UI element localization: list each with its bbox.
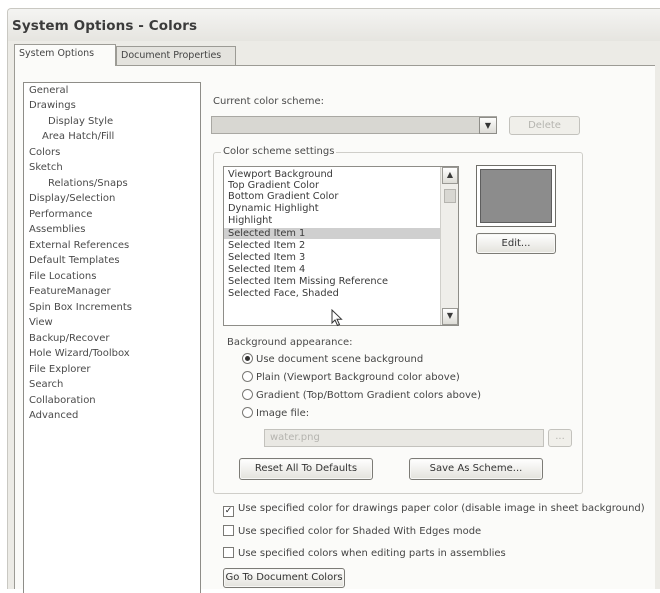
checkbox-label: Use specified color for Shaded With Edge… — [238, 526, 482, 537]
nav-item-file-explorer[interactable]: File Explorer — [29, 364, 91, 375]
radio-button[interactable] — [242, 389, 253, 400]
nav-item-general[interactable]: General — [29, 85, 68, 96]
scroll-down-icon[interactable]: ▼ — [442, 308, 458, 325]
nav-item-file-locations[interactable]: File Locations — [29, 271, 96, 282]
checkbox[interactable] — [223, 525, 234, 536]
nav-item-collaboration[interactable]: Collaboration — [29, 395, 96, 406]
save-scheme-button[interactable]: Save As Scheme... — [409, 458, 543, 480]
list-item[interactable]: Top Gradient Color — [224, 180, 444, 191]
radio-plain-background[interactable]: Plain (Viewport Background color above) — [242, 371, 460, 385]
nav-item-external-references[interactable]: External References — [29, 240, 129, 251]
list-item[interactable]: Selected Item 2 — [224, 240, 444, 251]
list-item[interactable]: Bottom Gradient Color — [224, 191, 444, 202]
list-item-selected[interactable]: Selected Item 1 — [224, 228, 444, 239]
radio-image-file[interactable]: Image file: — [242, 407, 309, 421]
nav-item-relations-snaps[interactable]: Relations/Snaps — [48, 178, 128, 189]
checkbox-label: Use specified color for drawings paper c… — [238, 503, 645, 514]
checkbox[interactable]: ✓ — [223, 506, 234, 517]
nav-item-colors[interactable]: Colors — [29, 147, 60, 158]
nav-item-hole-wizard-toolbox[interactable]: Hole Wizard/Toolbox — [29, 348, 130, 359]
nav-item-sketch[interactable]: Sketch — [29, 162, 63, 173]
browse-image-button[interactable]: ... — [548, 429, 572, 447]
list-item[interactable]: Dynamic Highlight — [224, 203, 444, 214]
nav-item-spin-box-increments[interactable]: Spin Box Increments — [29, 302, 132, 313]
reset-defaults-button[interactable]: Reset All To Defaults — [239, 458, 373, 480]
color-items-list[interactable]: Viewport Background Top Gradient Color B… — [223, 166, 459, 326]
radio-label: Plain (Viewport Background color above) — [256, 372, 460, 383]
image-file-input[interactable]: water.png — [264, 429, 544, 447]
scroll-thumb[interactable] — [444, 189, 456, 203]
radio-label: Use document scene background — [256, 354, 424, 365]
radio-gradient-background[interactable]: Gradient (Top/Bottom Gradient colors abo… — [242, 389, 481, 403]
checkbox-label: Use specified colors when editing parts … — [238, 548, 506, 559]
nav-item-drawings[interactable]: Drawings — [29, 100, 76, 111]
nav-item-performance[interactable]: Performance — [29, 209, 92, 220]
list-item[interactable]: Selected Item Missing Reference — [224, 276, 444, 287]
check-editing-parts-in-assemblies[interactable]: Use specified colors when editing parts … — [223, 547, 506, 561]
nav-item-default-templates[interactable]: Default Templates — [29, 255, 120, 266]
radio-button[interactable] — [242, 371, 253, 382]
nav-item-advanced[interactable]: Advanced — [29, 410, 78, 421]
check-drawings-paper-color[interactable]: ✓ Use specified color for drawings paper … — [223, 503, 645, 517]
tab-system-options[interactable]: System Options — [14, 44, 116, 66]
options-panel: General Drawings Display Style Area Hatc… — [14, 65, 655, 593]
scroll-up-icon[interactable]: ▲ — [442, 167, 458, 184]
chevron-down-icon: ▼ — [484, 121, 492, 130]
tab-document-properties[interactable]: Document Properties — [116, 46, 236, 65]
list-item[interactable]: Selected Item 4 — [224, 264, 444, 275]
nav-item-search[interactable]: Search — [29, 379, 63, 390]
radio-document-scene-background[interactable]: Use document scene background — [242, 353, 423, 367]
list-item[interactable]: Selected Item 3 — [224, 252, 444, 263]
list-item[interactable]: Selected Face, Shaded — [224, 288, 444, 299]
edit-color-button[interactable]: Edit... — [476, 233, 556, 254]
list-scrollbar[interactable]: ▲ ▼ — [440, 167, 458, 325]
color-scheme-settings-title: Color scheme settings — [221, 146, 337, 157]
radio-button[interactable] — [242, 407, 253, 418]
color-preview — [476, 165, 556, 227]
nav-item-backup-recover[interactable]: Backup/Recover — [29, 333, 109, 344]
radio-label: Image file: — [256, 408, 310, 419]
list-item[interactable]: Highlight — [224, 215, 444, 226]
nav-item-display-selection[interactable]: Display/Selection — [29, 193, 115, 204]
window-title: System Options - Colors — [12, 18, 198, 34]
title-bar[interactable]: System Options - Colors — [8, 9, 660, 41]
nav-item-assemblies[interactable]: Assemblies — [29, 224, 85, 235]
color-scheme-dropdown-button[interactable]: ▼ — [479, 117, 497, 134]
mouse-pointer-icon — [331, 308, 343, 330]
nav-item-display-style[interactable]: Display Style — [48, 116, 113, 127]
color-scheme-select[interactable]: ▼ — [211, 116, 497, 134]
color-scheme-label: Current color scheme: — [213, 96, 325, 107]
nav-item-view[interactable]: View — [29, 317, 53, 328]
check-shaded-with-edges[interactable]: Use specified color for Shaded With Edge… — [223, 525, 481, 539]
radio-button[interactable] — [242, 353, 253, 364]
delete-scheme-button[interactable]: Delete — [509, 116, 580, 135]
list-item[interactable]: Viewport Background — [224, 169, 444, 180]
checkbox[interactable] — [223, 547, 234, 558]
options-tree[interactable]: General Drawings Display Style Area Hatc… — [23, 82, 201, 593]
color-swatch — [480, 169, 552, 223]
background-appearance-label: Background appearance: — [227, 337, 353, 348]
go-to-document-colors-button[interactable]: Go To Document Colors — [223, 568, 345, 588]
radio-label: Gradient (Top/Bottom Gradient colors abo… — [256, 390, 481, 401]
nav-item-featuremanager[interactable]: FeatureManager — [29, 286, 111, 297]
nav-item-area-hatch-fill[interactable]: Area Hatch/Fill — [42, 131, 114, 142]
